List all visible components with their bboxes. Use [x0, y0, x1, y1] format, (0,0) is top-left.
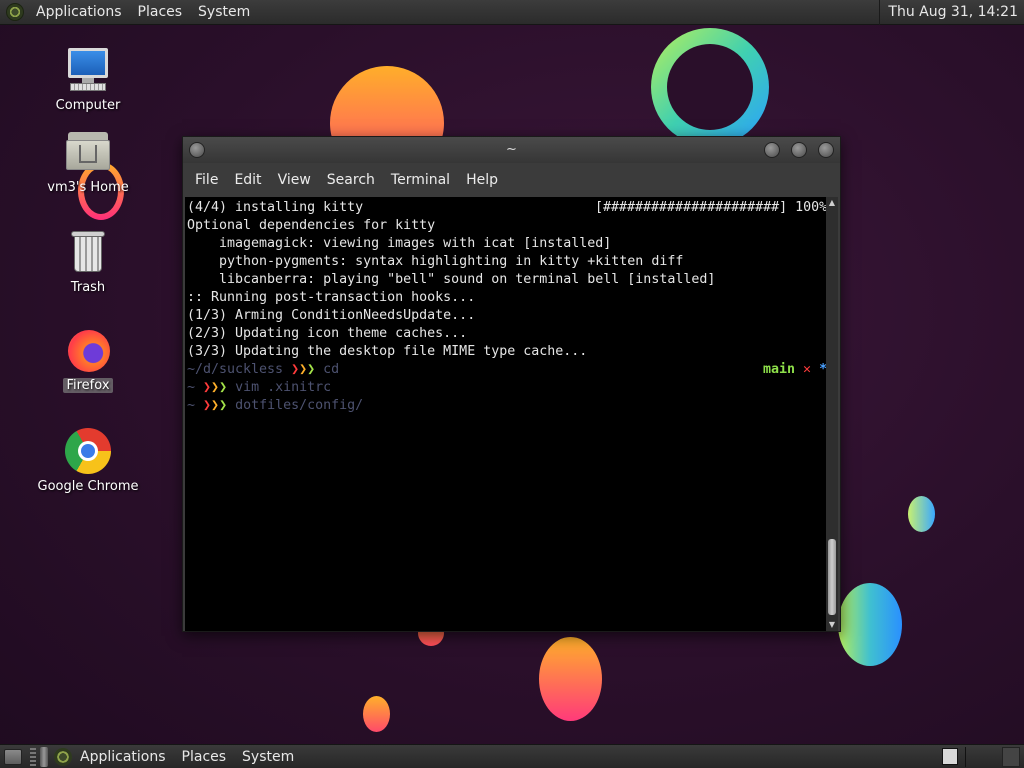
terminal-line: imagemagick: viewing images with icat [i… — [187, 236, 612, 251]
scroll-down-arrow-icon[interactable]: ▼ — [828, 621, 836, 629]
close-button[interactable] — [818, 142, 834, 158]
menu-edit[interactable]: Edit — [226, 172, 269, 188]
desktop-icon-computer[interactable]: Computer — [28, 46, 148, 113]
workspace-switcher[interactable] — [942, 748, 958, 765]
menu-help[interactable]: Help — [458, 172, 506, 188]
prompt-command: cd — [323, 362, 340, 377]
terminal-output[interactable]: (4/4) installing kitty [#################… — [185, 197, 827, 631]
terminal-line: (3/3) Updating the desktop file MIME typ… — [187, 344, 588, 359]
panel-drag-handle[interactable] — [40, 746, 48, 767]
install-progress: [######################] 100% — [595, 200, 827, 215]
wallpaper-orange-blob — [539, 637, 602, 721]
prompt-line: ~ ❯❯❯ dotfiles/config/ — [187, 398, 364, 413]
maximize-button[interactable] — [791, 142, 807, 158]
prompt-line: ~ ❯❯❯ vim .xinitrc — [187, 380, 332, 395]
terminal-line: (2/3) Updating icon theme caches... — [187, 326, 468, 341]
terminal-line: python-pygments: syntax highlighting in … — [187, 254, 684, 269]
clock[interactable]: Thu Aug 31, 14:21 — [879, 0, 1024, 25]
terminal-line: Optional dependencies for kitty — [187, 218, 436, 233]
bottom-menu-system[interactable]: System — [234, 749, 302, 765]
menu-search[interactable]: Search — [319, 172, 383, 188]
trash-applet-icon[interactable] — [1002, 747, 1020, 767]
minimize-button[interactable] — [764, 142, 780, 158]
menu-file[interactable]: File — [187, 172, 226, 188]
desktop-icon-label: Trash — [70, 280, 106, 295]
bottom-panel: Applications Places System — [0, 744, 1024, 768]
terminal-line: :: Running post-transaction hooks... — [187, 290, 476, 305]
panel-separator — [965, 747, 966, 767]
top-panel: Applications Places System Thu Aug 31, 1… — [0, 0, 1024, 25]
mate-logo-icon[interactable] — [54, 747, 72, 766]
git-status: main ✕ * — [763, 362, 827, 377]
terminal-title: ~ — [506, 142, 517, 157]
firefox-icon — [64, 326, 112, 374]
prompt-command: dotfiles/config/ — [235, 398, 364, 413]
desktop-icon-label: Computer — [55, 98, 121, 113]
wallpaper-orange-drop — [363, 696, 390, 732]
menu-view[interactable]: View — [270, 172, 319, 188]
prompt-path: ~ — [187, 380, 196, 395]
bottom-menu-applications[interactable]: Applications — [72, 749, 174, 765]
prompt-path: ~ — [187, 398, 196, 413]
mate-logo-icon[interactable] — [6, 3, 24, 21]
desktop-icon-label: vm3's Home — [47, 180, 129, 195]
wallpaper-green-blob — [838, 583, 902, 666]
wallpaper-green-ring — [651, 28, 769, 146]
terminal-window[interactable]: ~ File Edit View Search Terminal Help (4… — [182, 136, 841, 632]
desktop-icon-label: Firefox — [63, 378, 113, 393]
chrome-icon — [64, 427, 112, 475]
trash-icon — [64, 228, 112, 276]
top-menu-places[interactable]: Places — [130, 0, 191, 25]
desktop-icon-home[interactable]: vm3's Home — [28, 128, 148, 195]
terminal-line: (4/4) installing kitty [#################… — [187, 200, 827, 215]
desktop-icon-firefox[interactable]: Firefox — [28, 326, 148, 393]
terminal-line: libcanberra: playing "bell" sound on ter… — [187, 272, 716, 287]
prompt-path: ~/d/suckless — [187, 362, 284, 377]
prompt-command: vim .xinitrc — [235, 380, 332, 395]
show-desktop-icon[interactable] — [4, 748, 22, 765]
top-menu-system[interactable]: System — [190, 0, 258, 25]
desktop-icon-trash[interactable]: Trash — [28, 228, 148, 295]
terminal-titlebar[interactable]: ~ — [183, 137, 840, 163]
prompt-line: ~/d/suckless ❯❯❯ cd main ✕ * — [187, 362, 827, 377]
terminal-line: (1/3) Arming ConditionNeedsUpdate... — [187, 308, 476, 323]
desktop-icon-label: Google Chrome — [37, 479, 139, 494]
desktop-icon-chrome[interactable]: Google Chrome — [28, 427, 148, 494]
terminal-menubar: File Edit View Search Terminal Help — [183, 163, 840, 197]
home-folder-icon — [64, 128, 112, 176]
scroll-up-arrow-icon[interactable]: ▲ — [828, 199, 836, 207]
terminal-scrollbar[interactable]: ▲ ▼ — [826, 197, 838, 631]
scroll-thumb[interactable] — [828, 539, 836, 615]
computer-icon — [64, 46, 112, 94]
top-menu-applications[interactable]: Applications — [28, 0, 130, 25]
bottom-menu-places[interactable]: Places — [174, 749, 235, 765]
panel-separator — [30, 747, 36, 766]
wallpaper-green-drop — [908, 496, 935, 532]
menu-terminal[interactable]: Terminal — [383, 172, 458, 188]
